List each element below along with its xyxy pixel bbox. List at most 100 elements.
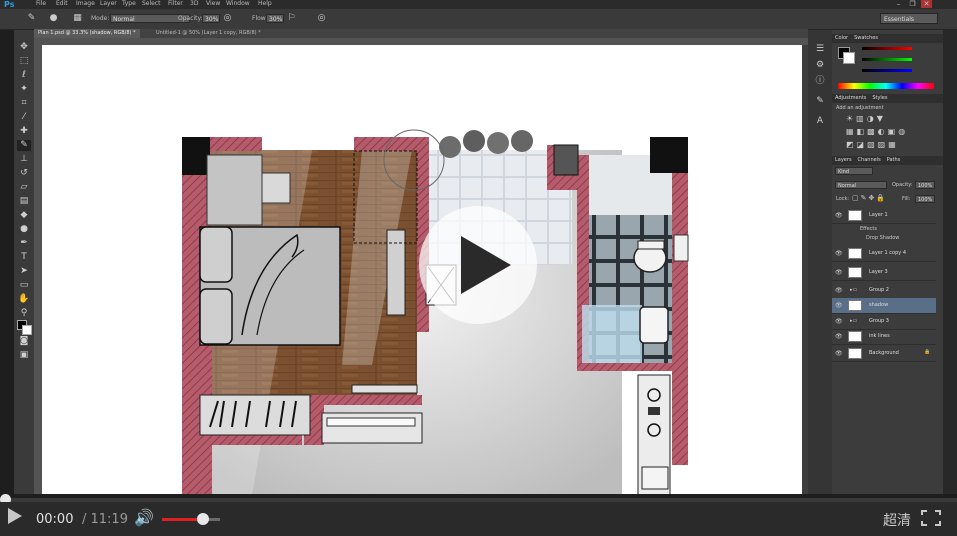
eye-icon[interactable]: 👁: [835, 350, 843, 357]
pressure-opacity-icon[interactable]: ◎: [222, 13, 233, 24]
layer-row[interactable]: 👁 ink lines: [832, 329, 936, 345]
restore-icon[interactable]: ❐: [907, 0, 918, 8]
layer-name: ink lines: [869, 333, 890, 339]
adjustment-icons-row-2[interactable]: ▦◧▩◐▣◍: [846, 127, 908, 136]
character-panel-icon[interactable]: A: [813, 116, 827, 127]
menu-window[interactable]: Window: [226, 0, 250, 7]
tab-plan-1[interactable]: Plan 1.psd @ 33.3% (shadow, RGB/8) *: [34, 29, 140, 38]
layer-row[interactable]: 👁 Background 🔒: [832, 346, 936, 362]
play-overlay-icon: [461, 236, 511, 294]
layer-group-row[interactable]: 👁 ▸▭ Group 3: [832, 314, 936, 330]
layer-blend-mode[interactable]: Normal: [835, 181, 887, 189]
shape-tool-icon[interactable]: ▭: [17, 280, 31, 291]
layer-kind-filter[interactable]: Kind: [835, 167, 873, 175]
color-ramp[interactable]: [838, 83, 934, 89]
panel-scrollbar[interactable]: [943, 30, 957, 494]
pressure-size-icon[interactable]: ◎: [316, 13, 327, 24]
layer-row[interactable]: 👁 Layer 1 copy 4: [832, 246, 936, 262]
layer-row-selected[interactable]: 👁 shadow: [832, 298, 936, 314]
brush-panel-icon[interactable]: ▦: [72, 13, 83, 24]
flow-input[interactable]: 30%: [266, 14, 284, 23]
eye-icon[interactable]: 👁: [835, 212, 843, 219]
quick-mask-icon[interactable]: ◙: [17, 336, 31, 347]
menu-view[interactable]: View: [206, 0, 220, 7]
path-select-tool-icon[interactable]: ➤: [17, 266, 31, 277]
menu-type[interactable]: Type: [122, 0, 136, 7]
clone-stamp-tool-icon[interactable]: ⊥: [17, 154, 31, 165]
workspace-select[interactable]: Essentials: [880, 13, 938, 24]
eye-icon[interactable]: 👁: [835, 269, 843, 276]
menu-help[interactable]: Help: [258, 0, 272, 7]
play-icon[interactable]: [8, 508, 22, 524]
layer-row[interactable]: 👁 Layer 3: [832, 265, 936, 281]
fullscreen-icon[interactable]: [921, 510, 941, 526]
menu-select[interactable]: Select: [142, 0, 161, 7]
tab-adjustments[interactable]: Adjustments: [832, 95, 869, 101]
properties-panel-icon[interactable]: ⚙: [813, 60, 827, 71]
color-background-swatch[interactable]: [843, 52, 855, 64]
eye-icon[interactable]: 👁: [835, 333, 843, 340]
eye-icon[interactable]: 👁: [835, 287, 843, 294]
blue-slider[interactable]: [862, 69, 912, 72]
screen-mode-icon[interactable]: ▣: [17, 350, 31, 361]
crop-tool-icon[interactable]: ⌗: [17, 98, 31, 109]
menu-file[interactable]: File: [36, 0, 46, 7]
brush-tool-icon[interactable]: ✎: [26, 13, 37, 24]
opacity-input[interactable]: 30%: [202, 14, 220, 23]
history-brush-tool-icon[interactable]: ↺: [17, 168, 31, 179]
blur-tool-icon[interactable]: ◆: [17, 210, 31, 221]
quality-selector[interactable]: 超清: [883, 510, 911, 530]
marquee-tool-icon[interactable]: ⬚: [17, 56, 31, 67]
brush-size-icon[interactable]: ●: [48, 13, 59, 24]
quick-select-tool-icon[interactable]: ✦: [17, 84, 31, 95]
menu-3d[interactable]: 3D: [190, 0, 198, 7]
layer-fill-input[interactable]: 100%: [915, 195, 935, 203]
type-tool-icon[interactable]: T: [17, 252, 31, 263]
eyedropper-tool-icon[interactable]: ⁄: [17, 112, 31, 123]
layer-row[interactable]: 👁 Layer 1: [832, 208, 936, 224]
red-slider[interactable]: [862, 47, 912, 50]
close-icon[interactable]: ✕: [921, 0, 932, 8]
eye-icon[interactable]: 👁: [835, 250, 843, 257]
layer-effect-item[interactable]: Drop Shadow: [866, 235, 899, 241]
tab-layers[interactable]: Layers: [832, 157, 855, 163]
menu-edit[interactable]: Edit: [56, 0, 68, 7]
tab-paths[interactable]: Paths: [884, 157, 904, 163]
minimize-icon[interactable]: –: [893, 0, 904, 8]
healing-tool-icon[interactable]: ✚: [17, 126, 31, 137]
volume-slider-knob[interactable]: [196, 513, 209, 525]
history-panel-icon[interactable]: ☰: [813, 44, 827, 55]
tab-swatches[interactable]: Swatches: [851, 35, 881, 41]
dodge-tool-icon[interactable]: ●: [17, 224, 31, 235]
tab-styles[interactable]: Styles: [869, 95, 890, 101]
move-tool-icon[interactable]: ✥: [17, 42, 31, 53]
adjustment-icons-row-3[interactable]: ◩◪▧▨▦: [846, 140, 899, 149]
brush-tool-icon-active[interactable]: ✎: [17, 140, 31, 151]
tab-color[interactable]: Color: [832, 35, 851, 41]
volume-icon[interactable]: 🔊: [134, 508, 154, 527]
adjustment-icons-row-1[interactable]: ☀▥◑▼: [846, 114, 886, 123]
pen-tool-icon[interactable]: ✒: [17, 238, 31, 249]
eye-icon[interactable]: 👁: [835, 318, 843, 325]
background-color-swatch[interactable]: [22, 325, 32, 335]
menu-layer[interactable]: Layer: [100, 0, 117, 7]
gradient-tool-icon[interactable]: ▤: [17, 196, 31, 207]
layer-opacity-input[interactable]: 100%: [915, 181, 935, 189]
info-panel-icon[interactable]: ⓘ: [813, 76, 827, 87]
airbrush-icon[interactable]: ⚐: [286, 13, 297, 24]
green-slider[interactable]: [862, 58, 912, 61]
layer-group-row[interactable]: 👁 ▸▭ Group 2: [832, 283, 936, 299]
folder-icon: ▸▭: [850, 318, 858, 324]
tab-channels[interactable]: Channels: [855, 157, 884, 163]
layer-lock-icons[interactable]: ▢✎✥🔒: [852, 194, 887, 202]
menu-filter[interactable]: Filter: [168, 0, 183, 7]
zoom-tool-icon[interactable]: ⚲: [17, 308, 31, 319]
layer-thumbnail: [848, 331, 862, 342]
eraser-tool-icon[interactable]: ▱: [17, 182, 31, 193]
brush-presets-icon[interactable]: ✎: [813, 96, 827, 107]
tab-untitled-1[interactable]: Untitled-1 @ 50% (Layer 1 copy, RGB/8) *: [152, 29, 265, 38]
lasso-tool-icon[interactable]: ℓ: [17, 70, 31, 81]
eye-icon[interactable]: 👁: [835, 302, 843, 309]
hand-tool-icon[interactable]: ✋: [17, 294, 31, 305]
menu-image[interactable]: Image: [76, 0, 95, 7]
